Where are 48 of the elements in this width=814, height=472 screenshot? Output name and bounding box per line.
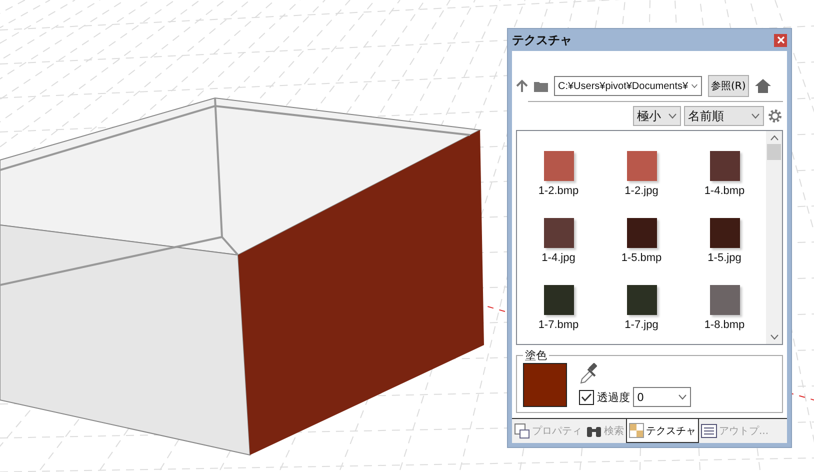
properties-icon <box>514 423 530 439</box>
color-swatch[interactable] <box>523 363 567 407</box>
caret-icon <box>668 113 677 119</box>
close-icon <box>776 36 784 44</box>
texture-name: 1-7.bmp <box>538 319 579 331</box>
transparency-label: 透過度 <box>597 390 630 404</box>
texture-thumbnail[interactable] <box>710 151 740 181</box>
list-icon <box>701 424 717 438</box>
binoculars-icon <box>586 424 602 438</box>
texture-name: 1-2.bmp <box>538 185 579 197</box>
gear-icon[interactable] <box>767 108 783 124</box>
browse-button[interactable]: 参照(R) <box>708 75 749 97</box>
texture-thumbnail[interactable] <box>626 151 656 181</box>
texture-name: 1-4.jpg <box>542 252 576 264</box>
texture-thumbnail[interactable] <box>626 285 656 315</box>
transparency-checkbox[interactable] <box>579 390 594 404</box>
panel-title: テクスチャ <box>512 32 572 48</box>
texture-name: 1-5.bmp <box>621 252 662 264</box>
transparency-select[interactable]: 0 <box>633 387 691 407</box>
scroll-up-icon[interactable] <box>770 135 778 141</box>
texture-name: 1-8.bmp <box>704 319 745 331</box>
texture-thumbnail[interactable] <box>544 285 574 315</box>
folder-icon <box>534 80 548 92</box>
texture-name: 1-4.bmp <box>704 185 745 197</box>
caret-icon <box>751 113 760 119</box>
texture-thumbnail[interactable] <box>544 151 574 181</box>
scrollbar[interactable] <box>766 131 782 344</box>
texture-icon <box>629 423 644 438</box>
texture-name: 1-7.jpg <box>624 319 658 331</box>
close-button[interactable] <box>774 34 787 46</box>
paint-label: 塗色 <box>524 348 548 363</box>
caret-icon <box>678 394 687 400</box>
caret-icon <box>691 83 698 89</box>
home-icon[interactable] <box>754 79 771 93</box>
scroll-down-icon[interactable] <box>770 334 778 340</box>
texture-thumbnail[interactable] <box>710 218 740 248</box>
texture-name: 1-2.jpg <box>624 185 658 197</box>
panel-tab[interactable]: テクスチャ <box>626 419 699 443</box>
texture-name: 1-5.jpg <box>708 252 742 264</box>
scrollbar-thumb[interactable] <box>767 144 781 160</box>
texture-thumbnail[interactable] <box>544 218 574 248</box>
path-field[interactable]: C:¥Users¥pivot¥Documents¥ <box>554 76 702 96</box>
up-arrow-icon[interactable] <box>516 79 528 93</box>
texture-thumbnail[interactable] <box>710 285 740 315</box>
size-select[interactable]: 極小 <box>633 106 681 126</box>
sort-select[interactable]: 名前順 <box>684 106 764 126</box>
texture-thumbnail[interactable] <box>626 218 656 248</box>
eyedropper-icon[interactable] <box>579 363 597 385</box>
